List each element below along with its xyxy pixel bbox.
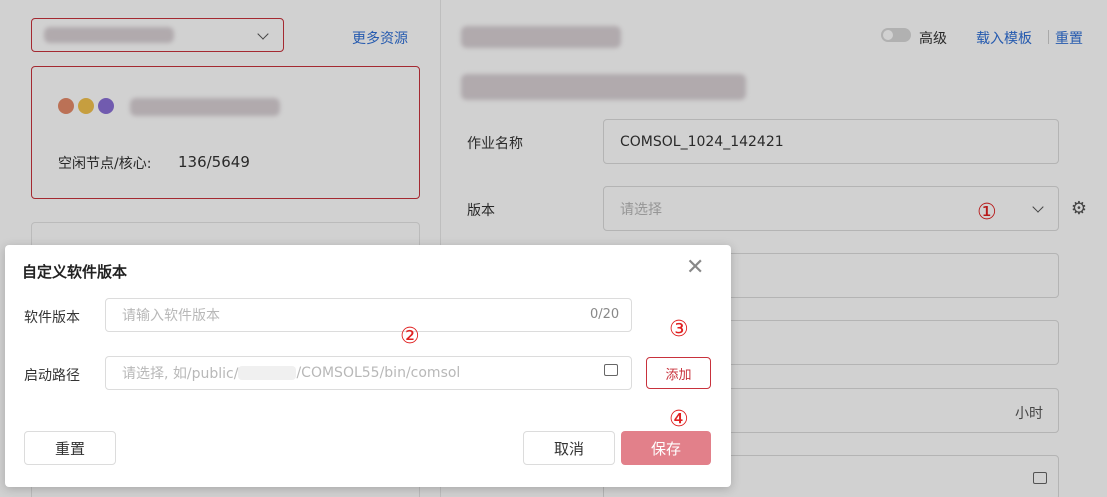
job-submit-page: 更多资源 空闲节点/核心: 136/5649 高级 载入模板 重置 作业名称 C…: [0, 0, 1107, 497]
step-3-marker: ③: [669, 317, 689, 342]
char-counter: 0/20: [590, 307, 620, 322]
start-path-label: 启动路径: [24, 368, 80, 384]
start-path-input[interactable]: 请选择, 如/public/ /COMSOL55/bin/comsol: [105, 356, 632, 390]
step-4-marker: ④: [669, 407, 689, 432]
start-path-placeholder-prefix: 请选择, 如/public/: [122, 366, 239, 382]
start-path-placeholder-suffix: /COMSOL55/bin/comsol: [296, 365, 461, 381]
add-button[interactable]: 添加: [646, 357, 711, 389]
dialog-title: 自定义软件版本: [22, 263, 128, 281]
folder-icon[interactable]: [604, 364, 618, 376]
step-2-marker: ②: [400, 324, 420, 349]
cancel-button[interactable]: 取消: [523, 431, 615, 465]
save-button[interactable]: 保存: [621, 431, 711, 465]
close-icon[interactable]: ✕: [686, 257, 704, 279]
software-version-input[interactable]: 请输入软件版本: [105, 298, 632, 332]
redacted-path-segment: [238, 366, 297, 380]
software-version-placeholder: 请输入软件版本: [122, 308, 220, 324]
dialog-reset-button[interactable]: 重置: [24, 431, 116, 465]
software-version-label: 软件版本: [24, 310, 80, 326]
